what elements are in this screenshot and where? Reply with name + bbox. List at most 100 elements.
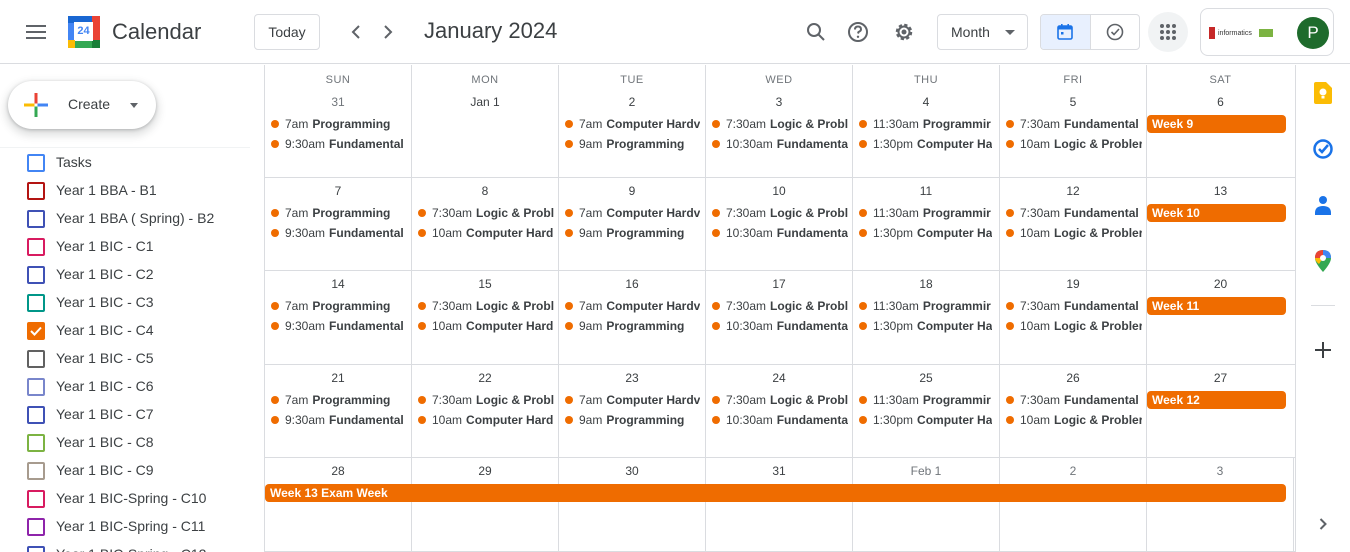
day-number[interactable]: Feb 1: [853, 464, 999, 478]
event-chip[interactable]: 9am Programming: [563, 317, 701, 335]
event-chip[interactable]: 9:30am Fundamental: [269, 411, 407, 429]
event-chip[interactable]: 7:30am Logic & Probl: [710, 297, 848, 315]
calendar-list-item[interactable]: Year 1 BBA - B1: [0, 176, 250, 204]
day-number[interactable]: 17: [706, 277, 852, 291]
event-chip[interactable]: 7am Computer Hardv: [563, 297, 701, 315]
day-cell[interactable]: SAT 6 Week 9: [1147, 65, 1294, 177]
day-cell[interactable]: 7 7am Programming 9:30am Fundamental: [265, 178, 412, 270]
day-cell[interactable]: 3: [1147, 458, 1294, 551]
event-chip[interactable]: 10am Computer Hard: [416, 411, 554, 429]
event-chip[interactable]: 10:30am Fundamenta: [710, 224, 848, 242]
day-number[interactable]: 29: [412, 464, 558, 478]
event-chip[interactable]: 9:30am Fundamental: [269, 317, 407, 335]
event-chip[interactable]: 7:30am Logic & Probl: [710, 391, 848, 409]
day-cell[interactable]: 15 7:30am Logic & Probl 10am Computer Hard: [412, 271, 559, 364]
day-number[interactable]: 26: [1000, 371, 1146, 385]
event-chip[interactable]: 7:30am Logic & Probl: [416, 391, 554, 409]
calendar-checkbox[interactable]: [27, 154, 45, 172]
day-number[interactable]: 19: [1000, 277, 1146, 291]
day-number[interactable]: 31: [706, 464, 852, 478]
day-cell[interactable]: 16 7am Computer Hardv 9am Programming: [559, 271, 706, 364]
google-apps-button[interactable]: [1148, 12, 1188, 52]
day-number[interactable]: 10: [706, 184, 852, 198]
day-cell[interactable]: 26 7:30am Fundamental 10am Logic & Probler: [1000, 365, 1147, 457]
calendar-checkbox[interactable]: [27, 518, 45, 536]
event-chip[interactable]: 1:30pm Computer Ha: [857, 317, 995, 335]
event-chip[interactable]: 7am Computer Hardv: [563, 391, 701, 409]
day-cell[interactable]: MON Jan 1: [412, 65, 559, 177]
keep-icon[interactable]: [1312, 82, 1334, 104]
event-chip[interactable]: 7am Programming: [269, 204, 407, 222]
event-chip[interactable]: 7:30am Logic & Probl: [710, 204, 848, 222]
event-chip[interactable]: 9:30am Fundamental: [269, 135, 407, 153]
calendar-list-item[interactable]: Year 1 BIC - C5: [0, 344, 250, 372]
event-chip[interactable]: 10am Computer Hard: [416, 224, 554, 242]
calendar-checkbox[interactable]: [27, 406, 45, 424]
calendar-list-item[interactable]: Year 1 BIC-Spring - C12: [0, 540, 250, 552]
event-chip[interactable]: 7:30am Fundamental: [1004, 391, 1142, 409]
calendar-checkbox[interactable]: [27, 210, 45, 228]
day-cell[interactable]: FRI 5 7:30am Fundamental 10am Logic & Probler: [1000, 65, 1147, 177]
event-chip[interactable]: 10am Logic & Probler: [1004, 411, 1142, 429]
account-switcher[interactable]: informatics P: [1200, 8, 1334, 56]
all-day-event[interactable]: Week 9: [1147, 115, 1286, 133]
day-cell[interactable]: 20 Week 11: [1147, 271, 1294, 364]
event-chip[interactable]: 7am Programming: [269, 391, 407, 409]
day-number[interactable]: 14: [265, 277, 411, 291]
multi-day-event[interactable]: Week 13 Exam Week: [265, 484, 1286, 502]
event-chip[interactable]: 7:30am Logic & Probl: [710, 115, 848, 133]
calendar-list-item[interactable]: Year 1 BIC - C6: [0, 372, 250, 400]
calendar-list-item[interactable]: Year 1 BIC - C3: [0, 288, 250, 316]
event-chip[interactable]: 10am Logic & Probler: [1004, 135, 1142, 153]
calendar-list-item[interactable]: Year 1 BIC-Spring - C11: [0, 512, 250, 540]
event-chip[interactable]: 9:30am Fundamental: [269, 224, 407, 242]
all-day-event[interactable]: Week 12: [1147, 391, 1286, 409]
day-number[interactable]: 3: [706, 95, 852, 109]
event-chip[interactable]: 10am Logic & Probler: [1004, 224, 1142, 242]
calendar-checkbox[interactable]: [27, 434, 45, 452]
search-button[interactable]: [796, 12, 836, 52]
event-chip[interactable]: 11:30am Programmir: [857, 204, 995, 222]
view-switcher-dropdown[interactable]: Month: [937, 14, 1028, 50]
day-cell[interactable]: SUN 31 7am Programming 9:30am Fundamental: [265, 65, 412, 177]
event-chip[interactable]: 11:30am Programmir: [857, 391, 995, 409]
day-number[interactable]: 25: [853, 371, 999, 385]
day-number[interactable]: 13: [1147, 184, 1294, 198]
calendar-list-item[interactable]: Year 1 BIC - C2: [0, 260, 250, 288]
calendar-logo-icon[interactable]: 24: [68, 16, 100, 48]
event-chip[interactable]: 9am Programming: [563, 411, 701, 429]
day-number[interactable]: 16: [559, 277, 705, 291]
day-number[interactable]: 24: [706, 371, 852, 385]
day-cell[interactable]: 23 7am Computer Hardv 9am Programming: [559, 365, 706, 457]
event-chip[interactable]: 11:30am Programmir: [857, 297, 995, 315]
day-number[interactable]: 5: [1000, 95, 1146, 109]
event-chip[interactable]: 7am Computer Hardv: [563, 204, 701, 222]
main-menu-button[interactable]: [16, 12, 56, 52]
event-chip[interactable]: 7:30am Fundamental: [1004, 204, 1142, 222]
calendar-list-item[interactable]: Year 1 BIC - C4: [0, 316, 250, 344]
day-number[interactable]: 20: [1147, 277, 1294, 291]
day-number[interactable]: 21: [265, 371, 411, 385]
day-cell[interactable]: THU 4 11:30am Programmir 1:30pm Computer Ha: [853, 65, 1000, 177]
day-cell[interactable]: 11 11:30am Programmir 1:30pm Computer Ha: [853, 178, 1000, 270]
day-cell[interactable]: Feb 1: [853, 458, 1000, 551]
calendar-checkbox[interactable]: [27, 238, 45, 256]
show-side-panel-button[interactable]: [1312, 513, 1334, 535]
day-cell[interactable]: 14 7am Programming 9:30am Fundamental: [265, 271, 412, 364]
day-cell[interactable]: 21 7am Programming 9:30am Fundamental: [265, 365, 412, 457]
day-cell[interactable]: 29: [412, 458, 559, 551]
contacts-icon[interactable]: [1312, 194, 1334, 216]
all-day-event[interactable]: Week 11: [1147, 297, 1286, 315]
event-chip[interactable]: 7am Programming: [269, 297, 407, 315]
day-cell[interactable]: WED 3 7:30am Logic & Probl 10:30am Fundamenta: [706, 65, 853, 177]
day-number[interactable]: 4: [853, 95, 999, 109]
calendar-list-item[interactable]: Year 1 BIC - C8: [0, 428, 250, 456]
day-number[interactable]: 6: [1147, 95, 1294, 109]
day-number[interactable]: 31: [265, 95, 411, 109]
calendar-checkbox[interactable]: [27, 266, 45, 284]
day-number[interactable]: Jan 1: [412, 95, 558, 109]
previous-month-button[interactable]: [340, 16, 372, 48]
day-number[interactable]: 27: [1147, 371, 1294, 385]
calendar-checkbox[interactable]: [27, 490, 45, 508]
calendar-checkbox[interactable]: [27, 546, 45, 552]
